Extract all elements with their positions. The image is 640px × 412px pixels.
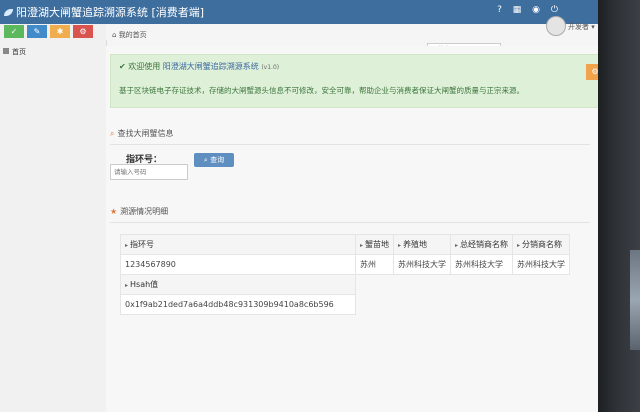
sidebar-item-home[interactable]: 首页 (0, 46, 106, 58)
sidebar-item-label: 首页 (12, 48, 26, 56)
alert-version: (v1.0) (261, 64, 280, 71)
power-icon[interactable]: ⏻ (551, 5, 558, 15)
header-farm-site: 养殖地 (393, 234, 452, 255)
app-title: 阳澄湖大闸蟹追踪溯源系统 [消费者端] (16, 6, 205, 19)
screen: 阳澄湖大闸蟹追踪溯源系统 [消费者端] ? ▦ ◉ ⏻ ✓ ✎ ✱ ⚙ ⌂ 我的… (0, 0, 598, 412)
breadcrumb-bar: ⌂ 我的首页 (106, 24, 598, 47)
alert-title: ✔ 欢迎使用 阳澄湖大闸蟹追踪溯源系统 (v1.0) (119, 61, 279, 72)
trace-detail-table: 指环号 蟹苗地 养殖地 总经销商名称 分销商名称 1234567890 苏州 苏… (120, 234, 571, 315)
alert-description: 基于区块链电子存证技术，存储的大闸蟹源头信息不可修改，安全可靠，帮助企业与消费者… (119, 86, 524, 95)
query-button[interactable]: ⌕ 查询 (194, 153, 234, 167)
settings-icon[interactable]: ⚙ (73, 25, 93, 38)
search-icon: ⌕ (110, 129, 115, 138)
value-farm-site: 苏州科技大学 (393, 254, 452, 275)
group-icon[interactable]: ✱ (50, 25, 70, 38)
help-icon[interactable]: ? (497, 5, 502, 15)
apps-icon[interactable]: ▦ (513, 5, 522, 15)
avatar[interactable] (546, 16, 566, 36)
find-section-title: ⌕ 查找大闸蟹信息 (110, 128, 173, 139)
table-row: 0x1f9ab21ded7a6a4ddb48c931309b9410a8c6b5… (120, 294, 570, 315)
breadcrumb-home: 我的首页 (118, 31, 147, 39)
table-row: Hsah值 (120, 274, 570, 295)
alert-prefix: 欢迎使用 (128, 62, 161, 71)
star-icon: ★ (110, 207, 118, 216)
app-brand[interactable]: 阳澄湖大闸蟹追踪溯源系统 [消费者端] (4, 4, 204, 20)
header-sub-distributor: 分销商名称 (512, 234, 571, 255)
detail-section-title: ★ 溯源情况明细 (110, 206, 168, 217)
query-button-label: 查询 (210, 156, 225, 164)
value-hash: 0x1f9ab21ded7a6a4ddb48c931309b9410a8c6b5… (120, 294, 356, 315)
check-mark-icon: ✔ (119, 62, 126, 71)
value-crab-origin: 苏州 (354, 254, 395, 275)
header-ring-no: 指环号 (120, 234, 356, 255)
navbar: 阳澄湖大闸蟹追踪溯源系统 [消费者端] ? ▦ ◉ ⏻ (0, 0, 598, 24)
value-distributor: 苏州科技大学 (450, 254, 514, 275)
value-ring-no: 1234567890 (120, 254, 356, 275)
monitor-bezel (598, 0, 640, 412)
desktop-icon (3, 48, 9, 54)
pencil-icon[interactable]: ✎ (27, 25, 47, 38)
header-hash: Hsah值 (120, 274, 356, 295)
find-section-label: 查找大闸蟹信息 (117, 129, 174, 138)
table-row: 指环号 蟹苗地 养殖地 总经销商名称 分销商名称 (120, 234, 571, 255)
divider (110, 144, 590, 145)
sidebar: 首页 (0, 40, 107, 412)
settings-tab-icon[interactable]: ⚙ (586, 64, 598, 80)
username-label: 开发者 (568, 23, 589, 31)
ring-number-input[interactable] (110, 164, 188, 180)
background-light (630, 250, 640, 350)
home-icon: ⌂ (112, 31, 117, 39)
value-sub-distributor: 苏州科技大学 (512, 254, 571, 275)
header-distributor: 总经销商名称 (450, 234, 514, 255)
header-crab-origin: 蟹苗地 (354, 234, 395, 255)
search-icon: ⌕ (203, 156, 208, 164)
alert-system-name: 阳澄湖大闸蟹追踪溯源系统 (162, 62, 259, 71)
welcome-alert: ✔ 欢迎使用 阳澄湖大闸蟹追踪溯源系统 (v1.0) 基于区块链电子存证技术，存… (110, 54, 598, 108)
github-icon[interactable]: ◉ (532, 5, 540, 15)
breadcrumb[interactable]: ⌂ 我的首页 (112, 30, 147, 40)
main-content: ✔ 欢迎使用 阳澄湖大闸蟹追踪溯源系统 (v1.0) 基于区块链电子存证技术，存… (106, 46, 598, 412)
leaf-logo-icon (4, 9, 13, 16)
table-row: 1234567890 苏州 苏州科技大学 苏州科技大学 苏州科技大学 (120, 254, 571, 275)
divider (110, 222, 590, 223)
navbar-icons: ? ▦ ◉ ⏻ (489, 5, 558, 15)
check-icon[interactable]: ✓ (4, 25, 24, 38)
username[interactable]: 开发者 ▾ (568, 22, 595, 32)
detail-section-label: 溯源情况明细 (120, 207, 169, 216)
